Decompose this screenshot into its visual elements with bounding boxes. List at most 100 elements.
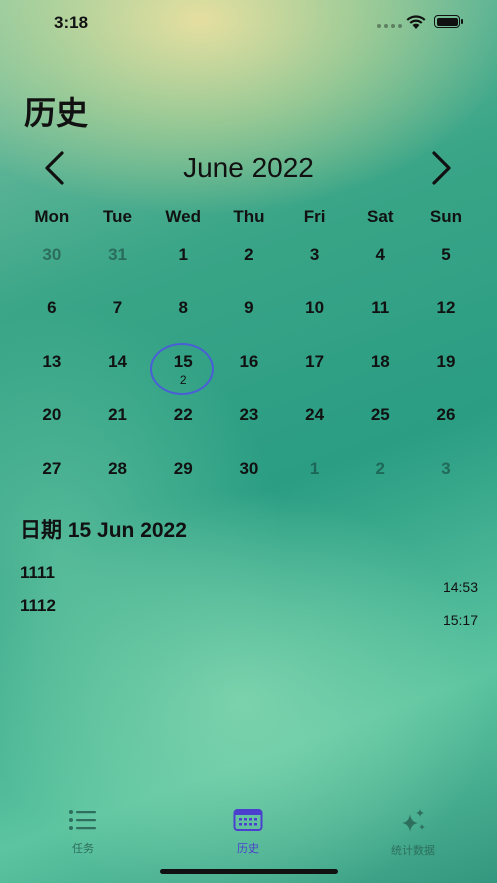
status-bar: 3:18	[0, 0, 497, 46]
entry-title: 1112	[20, 596, 56, 615]
weekday-label: Fri	[303, 207, 326, 226]
entry-title: 1111	[20, 563, 56, 582]
calendar-day[interactable]: 9	[216, 290, 282, 330]
calendar-day[interactable]: 11	[347, 290, 413, 330]
calendar-day[interactable]: 5	[413, 237, 479, 277]
entry-time: 14:53	[442, 579, 478, 595]
calendar-day[interactable]: 13	[19, 344, 85, 384]
day-number: 30	[239, 458, 259, 478]
calendar-day[interactable]: 10	[282, 290, 348, 330]
calendar-day[interactable]: 8	[150, 290, 216, 330]
weekday-label: Tue	[103, 207, 133, 226]
day-number: 4	[375, 245, 386, 264]
calendar-day[interactable]: 16	[216, 344, 282, 384]
weekday-header: Mon Tue Wed Thu Fri Sat Sun	[19, 204, 479, 230]
day-number: 5	[441, 245, 451, 264]
weekday-label: Wed	[165, 207, 201, 226]
calendar-day[interactable]: 23	[216, 397, 282, 437]
tab-history[interactable]: 历史	[188, 808, 308, 856]
weekday-label: Thu	[233, 207, 265, 226]
battery-icon	[434, 15, 463, 28]
calendar-day[interactable]: 2	[347, 451, 413, 491]
day-number: 18	[370, 351, 390, 371]
list-icon	[69, 810, 96, 830]
day-number: 14	[108, 351, 127, 371]
day-number: 26	[436, 405, 456, 425]
calendar-day[interactable]: 14	[85, 344, 151, 384]
calendar-day[interactable]: 27	[19, 451, 85, 491]
calendar-day[interactable]: 1	[150, 237, 216, 277]
day-number: 1	[309, 458, 320, 478]
day-number: 22	[173, 405, 193, 425]
day-number: 30	[42, 245, 62, 264]
calendar-day[interactable]: 21	[85, 397, 151, 437]
calendar-day[interactable]: 28	[85, 451, 151, 491]
tab-label: 统计数据	[391, 845, 435, 857]
calendar-day[interactable]: 3	[282, 237, 348, 277]
weekday-label: Sun	[429, 207, 463, 226]
calendar-day[interactable]: 17	[282, 344, 348, 384]
day-number: 9	[244, 298, 254, 318]
day-number: 27	[42, 458, 62, 478]
day-number: 6	[47, 298, 57, 318]
calendar-week: 27 28 29 30 1 2 3	[19, 451, 479, 504]
calendar-day[interactable]: 24	[282, 397, 348, 437]
day-number: 8	[178, 298, 188, 318]
next-month-button[interactable]	[422, 150, 458, 186]
home-indicator	[160, 869, 338, 874]
day-number: 29	[173, 458, 193, 478]
calendar-day[interactable]: 29	[150, 451, 216, 491]
calendar-icon	[233, 809, 263, 831]
calendar-day[interactable]: 7	[85, 290, 151, 330]
day-number: 10	[305, 298, 325, 318]
tab-statistics[interactable]: 统计数据	[353, 808, 473, 858]
calendar-day[interactable]: 1	[282, 451, 348, 491]
tab-label: 历史	[237, 843, 259, 855]
calendar-day[interactable]: 6	[19, 290, 85, 330]
history-entry[interactable]: 1111 14:53	[0, 561, 497, 595]
day-number: 7	[112, 298, 123, 318]
cellular-signal-icon	[377, 24, 402, 28]
day-number: 17	[305, 351, 325, 371]
day-number: 19	[436, 351, 456, 371]
day-number: 25	[370, 405, 390, 425]
day-number: 21	[108, 405, 127, 425]
day-entry-count: 2	[179, 372, 187, 387]
day-number: 24	[305, 405, 325, 425]
calendar-day[interactable]: 22	[150, 397, 216, 437]
calendar-day[interactable]: 30	[19, 237, 85, 277]
wifi-icon	[406, 15, 426, 29]
weekday-label: Mon	[34, 207, 70, 226]
day-number: 2	[375, 458, 386, 478]
day-number: 12	[436, 298, 456, 318]
history-entry[interactable]: 1112 15:17	[0, 594, 497, 628]
calendar-day[interactable]: 30	[216, 451, 282, 491]
calendar-day[interactable]: 26	[413, 397, 479, 437]
day-number: 20	[42, 405, 62, 425]
calendar-day[interactable]: 20	[19, 397, 85, 437]
calendar-day[interactable]: 2	[216, 237, 282, 277]
calendar-week: 6 7 8 9 10 11 12	[19, 290, 479, 343]
calendar-day[interactable]: 3	[413, 451, 479, 491]
calendar-day[interactable]: 25	[347, 397, 413, 437]
status-time: 3:18	[54, 13, 89, 32]
day-number: 31	[108, 245, 127, 264]
calendar-day[interactable]: 18	[347, 344, 413, 384]
day-number: 28	[108, 458, 127, 478]
entry-time: 15:17	[442, 612, 478, 628]
weekday-label: Sat	[367, 207, 394, 226]
calendar-day-selected[interactable]: 15 2	[150, 342, 216, 395]
calendar-week: 20 21 22 23 24 25 26	[19, 397, 479, 450]
calendar-day[interactable]: 31	[85, 237, 151, 277]
day-number: 15	[173, 351, 193, 371]
calendar-day[interactable]: 12	[413, 290, 479, 330]
calendar-grid: Mon Tue Wed Thu Fri Sat Sun 30 31 1 2 3 4 5 6 7 8…	[19, 204, 479, 504]
day-number: 23	[239, 405, 259, 425]
tab-tasks[interactable]: 任务	[23, 808, 143, 856]
day-number: 11	[371, 298, 390, 318]
day-number: 3	[441, 458, 451, 478]
calendar-day[interactable]: 4	[347, 237, 413, 277]
calendar-week: 30 31 1 2 3 4 5	[19, 237, 479, 290]
tab-label: 任务	[72, 843, 94, 855]
calendar-day[interactable]: 19	[413, 344, 479, 384]
